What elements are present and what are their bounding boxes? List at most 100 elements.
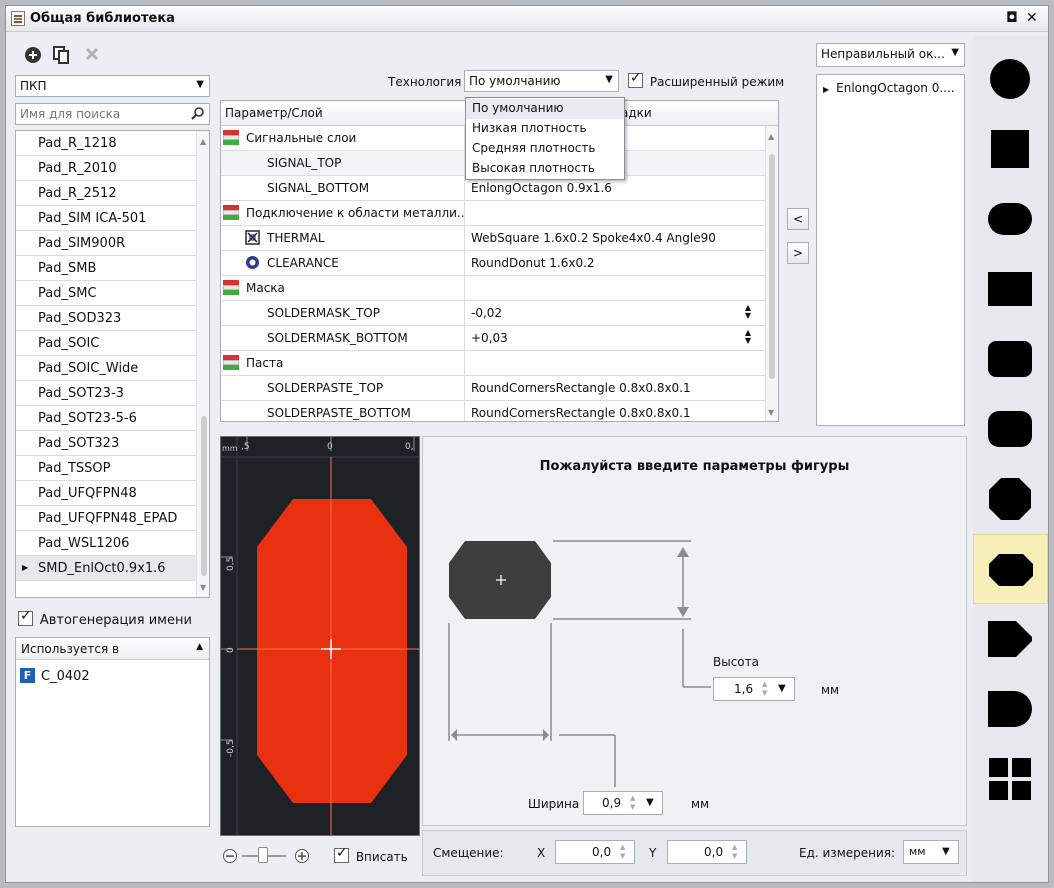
grid-group-row[interactable]: Маска [221,276,765,301]
rounded-rect-shape-icon[interactable] [973,324,1048,394]
zoom-out-icon[interactable] [222,848,238,867]
chevron-down-icon[interactable]: ▼ [778,683,786,694]
checkbox-box[interactable]: ✓ [18,608,33,626]
shape-type-combo[interactable]: Неправильный ок... ▼ [816,43,965,67]
close-icon[interactable]: ✕ [1026,10,1038,26]
pad-list-item[interactable]: Pad_UFQFPN48 [16,481,196,506]
width-spinner-icon[interactable]: ▲ ▼ [630,794,635,812]
grid-group-row[interactable]: Подключение к области металли... [221,201,765,226]
grid-scrollbar[interactable]: ▲ ▼ [765,126,778,421]
spinner-icon[interactable]: ▲ ▼ [745,304,751,320]
pad-list-item[interactable]: Pad_SOT323 [16,431,196,456]
thermal-icon [245,230,260,248]
x-spinner-icon[interactable]: ▲ ▼ [620,843,625,861]
grid-group-row[interactable]: Паста [221,351,765,376]
advanced-mode-checkbox[interactable]: ✓ Расширенный режим [628,70,784,89]
restore-icon[interactable]: ◘ [1006,10,1018,26]
checkbox-box[interactable]: ✓ [334,845,349,863]
offset-y-input[interactable]: 0,0 ▲ ▼ [667,840,747,864]
grid-row-value[interactable]: RoundDonut 1.6x0.2 [471,256,595,270]
pad-list-item[interactable]: Pad_SIM ICA-501 [16,206,196,231]
pad-list-item[interactable]: Pad_R_2010 [16,156,196,181]
scroll-up-icon[interactable]: ▲ [200,137,206,146]
copy-icon[interactable] [52,46,70,69]
col-param-layer[interactable]: Параметр/Слой [225,106,323,120]
x-icon[interactable] [84,46,100,67]
pad-list-item[interactable]: Pad_SOIC [16,331,196,356]
height-unit: мм [821,683,840,697]
grid-row[interactable]: THERMAL WebSquare 1.6x0.2 Spoke4x0.4 Angl… [221,226,765,251]
search-input[interactable] [20,107,180,121]
y-spinner-icon[interactable]: ▲ ▼ [732,843,737,861]
pad-list-item[interactable]: ▶ SMD_EnlOct0.9x1.6 [16,556,196,581]
zoom-in-icon[interactable] [294,848,310,867]
move-left-button[interactable]: < [787,208,809,230]
grid-row-value[interactable]: RoundCornersRectangle 0.8x0.8x0.1 [471,381,691,395]
pad-list-item[interactable]: Pad_SOT23-5-6 [16,406,196,431]
width-input[interactable]: 0,9 ▲ ▼ ▼ [583,791,663,815]
search-box[interactable] [15,103,210,125]
scroll-up-icon[interactable]: ▲ [768,132,774,141]
zoom-slider-thumb[interactable] [258,847,268,863]
fit-checkbox[interactable]: ✓ Вписать [334,845,408,864]
plus-circle-icon[interactable] [24,46,42,69]
tech-option-default[interactable]: По умолчанию [466,99,624,119]
grid-row[interactable]: CLEARANCE RoundDonut 1.6x0.2 [221,251,765,276]
grid-shape-icon[interactable] [973,744,1048,814]
pad-list-item[interactable]: Pad_SOD323 [16,306,196,331]
pad-list-item[interactable]: Pad_SOT23-3 [16,381,196,406]
checkbox-box[interactable]: ✓ [628,70,643,88]
technology-combo[interactable]: По умолчанию ▼ [464,70,619,92]
scroll-thumb[interactable] [769,154,775,379]
pad-list-item[interactable]: Pad_SMC [16,281,196,306]
col-pad[interactable]: адки [621,106,652,120]
scroll-thumb[interactable] [201,416,207,576]
grid-row-value[interactable]: EnlongOctagon 0.9x1.6 [471,181,612,195]
offset-x-input[interactable]: 0,0 ▲ ▼ [555,840,635,864]
height-spinner-icon[interactable]: ▲ ▼ [762,680,767,698]
tech-option-medium[interactable]: Средняя плотность [466,139,624,159]
pad-list-item[interactable]: Pad_SOIC_Wide [16,356,196,381]
enlong-octagon-shape-icon[interactable] [973,534,1048,604]
octagon-shape-icon[interactable] [973,464,1048,534]
units-combo[interactable]: мм ▼ [903,840,959,864]
rect-shape-icon[interactable] [973,254,1048,324]
pad-list-item[interactable]: Pad_TSSOP [16,456,196,481]
grid-row-value[interactable]: -0,02 [471,306,502,320]
height-input[interactable]: 1,6 ▲ ▼ ▼ [713,677,795,701]
shape-list-item[interactable]: ▶ EnlongOctagon 0.... [817,77,964,99]
autoname-checkbox[interactable]: ✓ Автогенерация имени [18,608,192,628]
pad-list-item[interactable]: Pad_SIM900R [16,231,196,256]
pad-list-item[interactable]: Pad_SMB [16,256,196,281]
spinner-icon[interactable]: ▲ ▼ [745,329,751,345]
grid-row[interactable]: SOLDERPASTE_TOP RoundCornersRectangle 0.8… [221,376,765,401]
circle-shape-icon[interactable] [973,44,1048,114]
scroll-down-icon[interactable]: ▼ [768,408,774,417]
pad-list-item[interactable]: Pad_UFQFPN48_EPAD [16,506,196,531]
category-combo[interactable]: ПКП ▼ [15,75,210,97]
tech-option-high[interactable]: Высокая плотность [466,159,624,179]
d-shape-round-shape-icon[interactable] [973,674,1048,744]
pad-list-item[interactable]: Pad_WSL1206 [16,531,196,556]
grid-row[interactable]: SOLDERPASTE_BOTTOM RoundCornersRectangle … [221,401,765,421]
grid-row-value[interactable]: RoundCornersRectangle 0.8x0.8x0.1 [471,406,691,420]
grid-row[interactable]: SOLDERMASK_BOTTOM +0,03 ▲ ▼ [221,326,765,351]
chevron-down-icon[interactable]: ▼ [646,797,654,808]
used-in-item[interactable]: C_0402 [41,669,90,684]
d-shape-shape-icon[interactable] [973,604,1048,674]
tech-option-low[interactable]: Низкая плотность [466,119,624,139]
offset-y-value: 0,0 [704,845,724,859]
grid-row-value[interactable]: +0,03 [471,331,508,345]
pad-list-scrollbar[interactable]: ▲ ▼ [196,131,209,597]
move-right-button[interactable]: > [787,242,809,264]
grid-row[interactable]: SOLDERMASK_TOP -0,02 ▲ ▼ [221,301,765,326]
rounded-rect-wide-shape-icon[interactable] [973,394,1048,464]
obround-shape-icon[interactable] [973,184,1048,254]
pad-list-item[interactable]: Pad_R_2512 [16,181,196,206]
used-in-header[interactable]: Используется в ▲ [16,638,209,660]
technology-label: Технология [388,75,462,89]
pad-list-item[interactable]: Pad_R_1218 [16,131,196,156]
grid-row-value[interactable]: WebSquare 1.6x0.2 Spoke4x0.4 Angle90 [471,231,716,245]
scroll-down-icon[interactable]: ▼ [200,583,206,592]
square-shape-icon[interactable] [973,114,1048,184]
